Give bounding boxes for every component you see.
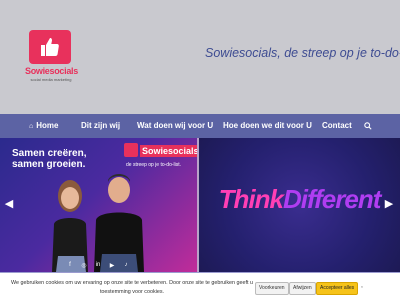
accept-all-button[interactable]: Accepteer alles [316, 282, 359, 295]
thumbs-up-icon [41, 38, 59, 56]
slide-logo-name: Sowiesocials [140, 145, 197, 157]
youtube-icon[interactable]: ▶ [108, 262, 116, 269]
nav-home-label: Home [36, 121, 59, 130]
slide-team[interactable]: Samen creëren, samen groeien. Sowiesocia… [0, 138, 197, 272]
thumbs-up-icon [124, 143, 138, 157]
headline-part-2: Different [282, 184, 381, 214]
slide-heading: Samen creëren, samen groeien. [12, 148, 87, 170]
reject-button[interactable]: Afwijzen [289, 282, 316, 295]
cookie-provider-logo-icon: ◐ [361, 284, 364, 289]
instagram-icon[interactable]: ◎ [80, 262, 88, 269]
person-man-image [94, 174, 144, 272]
cookie-banner: We gebruiken cookies om uw ervaring op o… [0, 272, 400, 301]
nav-wat-doen-wij[interactable]: Wat doen wij voor U [137, 114, 213, 138]
linkedin-icon[interactable]: in [94, 262, 102, 269]
site-tagline: Sowiesocials, de streep op je to-do-list [205, 46, 400, 60]
image-slider: Samen creëren, samen groeien. Sowiesocia… [0, 138, 400, 272]
search-icon[interactable] [364, 114, 372, 138]
nav-dit-zijn-wij[interactable]: Dit zijn wij [81, 114, 120, 138]
main-navigation: ⌂ Home Dit zijn wij Wat doen wij voor U H… [0, 114, 400, 138]
cookie-message: We gebruiken cookies om uw ervaring op o… [10, 280, 254, 295]
logo-name[interactable]: Sowiesocials [25, 66, 78, 76]
facebook-icon[interactable]: f [66, 262, 74, 269]
nav-hoe-doen-we[interactable]: Hoe doen we dit voor U [223, 114, 312, 138]
preferences-button[interactable]: Voorkeuren [255, 282, 289, 295]
tiktok-icon[interactable]: ♪ [122, 262, 130, 269]
chevron-right-icon[interactable]: ▶ [382, 197, 396, 211]
logo-thumbs-up-icon[interactable] [29, 30, 71, 64]
headline-part-1: Think [218, 184, 284, 214]
slide-headline: ThinkDifferent [199, 184, 400, 215]
site-header: Sowiesocials social media marketing Sowi… [0, 0, 400, 114]
nav-home[interactable]: ⌂ Home [29, 114, 58, 138]
logo-subtitle: social media marketing [30, 77, 72, 82]
slide-think-different[interactable]: ThinkDifferent [199, 138, 400, 272]
nav-contact[interactable]: Contact [322, 114, 352, 138]
chevron-left-icon[interactable]: ◀ [2, 197, 16, 211]
home-icon: ⌂ [29, 123, 34, 130]
social-links: f ◎ in ▶ ♪ [66, 262, 130, 269]
